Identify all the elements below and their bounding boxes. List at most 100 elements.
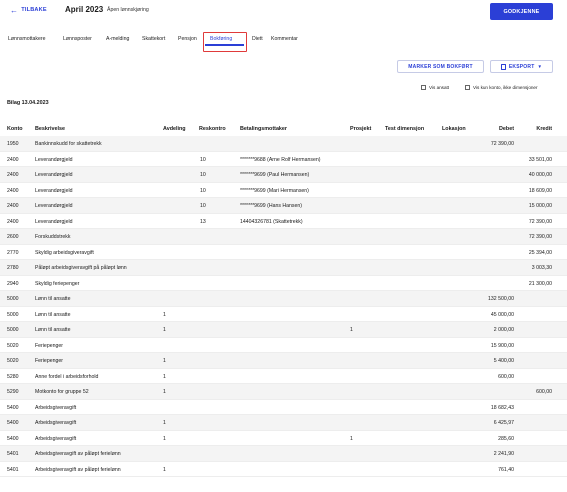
tab-lonnsmottakere[interactable]: Lønnsmottakere — [8, 36, 45, 42]
description-cell: Feriepenger — [35, 342, 63, 349]
tab-lonnsposter[interactable]: Lønnsposter — [63, 36, 92, 42]
credit-cell: 21 300,00 — [528, 280, 552, 287]
description-cell: Leverandørgjeld — [35, 156, 73, 163]
show-only-account-checkbox[interactable] — [465, 85, 470, 90]
top-bar: ← TILBAKE April 2023 Åpen lønnskjøring G… — [0, 0, 567, 26]
table-row: 5000 Lønn til ansatte 132 500,00 — [0, 291, 567, 307]
show-employee-toggle[interactable]: Vis ansatt — [421, 85, 449, 90]
table-row: 5280 Anne fordel i arbeidsforhold 1 600,00 — [0, 369, 567, 384]
tab-a-melding[interactable]: A-melding — [106, 36, 129, 42]
voucher-label: Bilag 13.04.2023 — [7, 100, 49, 106]
konto-cell: 5400 — [7, 420, 19, 426]
description-cell: Motkonto for gruppe 52 — [35, 389, 89, 395]
col-kredit: Kredit — [536, 126, 552, 132]
show-only-account-label: Vis kun konto, ikke dimensjoner — [473, 85, 538, 90]
description-cell: Lønn til ansatte — [35, 327, 71, 333]
tab-highlight-box — [203, 32, 247, 52]
konto-cell: 1950 — [7, 141, 19, 147]
tab-kommentar[interactable]: Kommentar — [271, 36, 298, 42]
payee-cell: *******9699 (Paul Hermansen) — [240, 172, 310, 178]
credit-cell: 3 003,30 — [531, 265, 552, 271]
credit-cell: 33 501,00 — [528, 156, 552, 163]
debit-cell: 2 241,90 — [493, 451, 514, 457]
konto-cell: 2770 — [7, 249, 19, 256]
payee-cell: 14404326781 (Skattetrekk) — [240, 218, 303, 225]
project-cell: 1 — [350, 327, 353, 333]
debit-cell: 18 682,43 — [490, 404, 514, 411]
debit-cell: 45 000,00 — [490, 311, 514, 318]
credit-cell: 40 000,00 — [528, 172, 552, 178]
department-cell: 1 — [163, 311, 166, 318]
col-reskontro: Reskontro — [199, 126, 226, 132]
col-konto: Konto — [7, 126, 23, 132]
description-cell: Arbeidsgiveravgift — [35, 435, 77, 442]
credit-cell: 25 394,00 — [528, 249, 552, 256]
chevron-down-icon: ▼ — [537, 64, 543, 69]
document-icon — [500, 63, 506, 70]
description-cell: Bankinnskudd for skattetrekk — [35, 141, 102, 147]
payee-cell: *******9688 (Arne Rolf Hermansen) — [240, 156, 321, 163]
tab-pensjon[interactable]: Pensjon — [178, 36, 197, 42]
description-cell: Arbeidsgiveravgift — [35, 404, 77, 411]
approve-button[interactable]: GODKJENNE — [490, 3, 553, 20]
konto-cell: 5020 — [7, 342, 19, 349]
table-row: 5400 Arbeidsgiveravgift 1 1 285,60 — [0, 431, 567, 446]
konto-cell: 2400 — [7, 156, 19, 163]
debit-cell: 761,40 — [498, 466, 514, 473]
konto-cell: 5401 — [7, 466, 19, 473]
project-cell: 1 — [350, 435, 353, 442]
export-button[interactable]: EKSPORT ▼ — [490, 60, 553, 73]
export-label: EKSPORT — [508, 63, 535, 70]
konto-cell: 5290 — [7, 389, 19, 395]
mark-as-posted-button[interactable]: MARKER SOM BOKFØRT — [397, 60, 484, 73]
table-row: 2400 Leverandørgjeld 10 *******9699 (Paul H… — [0, 167, 567, 183]
table-row: 2400 Leverandørgjeld 13 14404326781 (Skatte… — [0, 214, 567, 229]
konto-cell: 5000 — [7, 327, 19, 333]
konto-cell: 5400 — [7, 435, 19, 442]
table-row: 2400 Leverandørgjeld 10 *******9699 (Mari H… — [0, 183, 567, 198]
table-row: 2940 Skyldig feriepenger 21 300,00 — [0, 276, 567, 291]
department-cell: 1 — [163, 420, 166, 426]
arrow-left-icon: ← — [10, 5, 19, 15]
debit-cell: 72 390,00 — [490, 141, 514, 147]
col-lokasjon: Lokasjon — [442, 126, 466, 132]
back-button[interactable]: ← TILBAKE — [10, 5, 47, 15]
col-test-dimensjon: Test dimensjon — [385, 126, 425, 132]
department-cell: 1 — [163, 466, 166, 473]
subledger-cell: 10 — [200, 156, 206, 163]
description-cell: Arbeidsgiveravgift av påløpt ferielønn — [35, 466, 121, 473]
credit-cell: 72 390,00 — [528, 218, 552, 225]
department-cell: 1 — [163, 327, 166, 333]
col-beskrivelse: Beskrivelse — [35, 126, 65, 132]
debit-cell: 600,00 — [498, 373, 514, 380]
konto-cell: 2400 — [7, 187, 19, 194]
table-row: 2780 Påløpt arbeidsgiveravgift på påløpt … — [0, 260, 567, 276]
credit-cell: 18 609,00 — [528, 187, 552, 194]
debit-cell: 2 000,00 — [493, 327, 514, 333]
description-cell: Leverandørgjeld — [35, 218, 73, 225]
show-only-account-toggle[interactable]: Vis kun konto, ikke dimensjoner — [465, 85, 538, 90]
table-row: 2400 Leverandørgjeld 10 *******9688 (Arne R… — [0, 152, 567, 167]
description-cell: Forskuddstrekk — [35, 234, 71, 240]
table-row: 5000 Lønn til ansatte 1 1 2 000,00 — [0, 322, 567, 338]
credit-cell: 600,00 — [536, 389, 552, 395]
tab-skattekort[interactable]: Skattekort — [142, 36, 165, 42]
col-avdeling: Avdeling — [163, 126, 186, 132]
debit-cell: 15 900,00 — [490, 342, 514, 349]
payee-cell: *******9699 (Hans Hansen) — [240, 203, 302, 209]
tab-diett[interactable]: Diett — [252, 36, 263, 42]
payee-cell: *******9699 (Mari Hermansen) — [240, 187, 309, 194]
konto-cell: 5020 — [7, 358, 19, 364]
description-cell: Arbeidsgiveravgift av påløpt ferielønn — [35, 451, 121, 457]
show-employee-checkbox[interactable] — [421, 85, 426, 90]
debit-cell: 5 400,00 — [493, 358, 514, 364]
table-header: Konto Beskrivelse Avdeling Reskontro Bet… — [0, 123, 567, 135]
department-cell: 1 — [163, 435, 166, 442]
konto-cell: 2400 — [7, 172, 19, 178]
debit-cell: 6 425,97 — [493, 420, 514, 426]
description-cell: Feriepenger — [35, 358, 63, 364]
debit-cell: 132 500,00 — [488, 296, 514, 302]
konto-cell: 5000 — [7, 311, 19, 318]
posting-table-body: 1950 Bankinnskudd for skattetrekk 72 390,0… — [0, 136, 567, 477]
table-row: 5400 Arbeidsgiveravgift 1 6 425,97 — [0, 415, 567, 431]
